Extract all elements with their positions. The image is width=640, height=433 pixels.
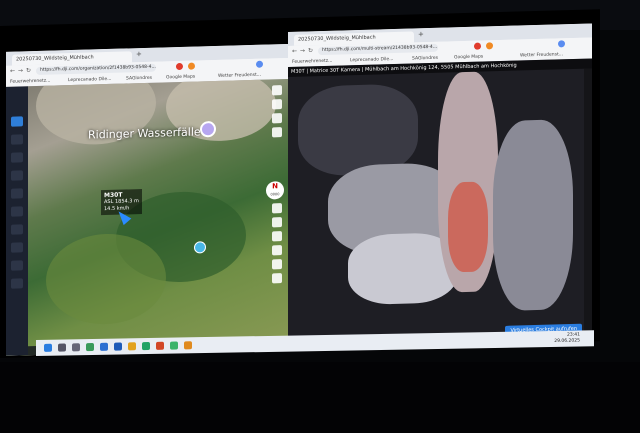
bookmark-item[interactable]: SAGlondres <box>412 56 438 62</box>
back-icon[interactable]: ← <box>10 68 15 75</box>
thermal-region <box>298 83 418 177</box>
extension-icon[interactable] <box>474 42 481 50</box>
camera-side-controls <box>584 68 592 340</box>
back-icon[interactable]: ← <box>292 48 297 55</box>
bookmark-item[interactable]: Wetter Freudenst... <box>520 52 563 58</box>
device-icon[interactable] <box>11 152 23 163</box>
forward-icon[interactable]: → <box>300 47 305 54</box>
camera-view[interactable]: M30T | Matrice 30T Kamera | Mühlbach am … <box>288 58 592 348</box>
measure-icon[interactable] <box>11 224 23 235</box>
app-icon[interactable] <box>184 341 192 350</box>
map-toolbar <box>272 85 282 141</box>
tab-title: 20250730_Wildsteig_Mühlbach <box>16 54 94 63</box>
browser-window-map: 20250730_Wildsteig_Mühlbach + ← → ↻ http… <box>6 43 292 356</box>
map-nav-icon[interactable] <box>11 116 23 127</box>
zoom-out-icon[interactable] <box>272 273 282 284</box>
reload-icon[interactable]: ↻ <box>26 67 31 74</box>
layer-icon[interactable] <box>11 134 23 145</box>
compass-heading: 0000 <box>270 192 280 197</box>
bookmark-item[interactable]: Google Maps <box>166 75 195 81</box>
new-tab-icon[interactable]: + <box>418 30 424 38</box>
reload-icon[interactable]: ↻ <box>308 47 313 54</box>
place-label: Ridinger Wasserfälle <box>88 125 201 142</box>
folder-icon[interactable] <box>128 342 136 351</box>
bookmark-item[interactable]: Google Maps <box>454 55 483 61</box>
search-icon[interactable] <box>58 343 66 352</box>
bookmark-item[interactable]: Feuerwehrenetz... <box>292 59 332 65</box>
line-icon[interactable] <box>272 99 282 110</box>
forward-icon[interactable]: → <box>18 67 23 74</box>
profile-icon[interactable] <box>558 40 565 48</box>
excel-icon[interactable] <box>142 342 150 351</box>
map-controls <box>272 203 282 287</box>
bookmark-item[interactable]: Feuerwehrenetz... <box>10 79 50 85</box>
compass-north: N <box>272 182 278 191</box>
app-icon[interactable] <box>156 341 164 350</box>
whatsapp-icon[interactable] <box>170 341 178 350</box>
team-icon[interactable] <box>11 260 23 271</box>
person-icon[interactable] <box>272 245 282 256</box>
extension-icon[interactable] <box>188 62 195 70</box>
profile-icon[interactable] <box>256 60 263 68</box>
zoom-in-icon[interactable] <box>272 259 282 270</box>
app-icon[interactable] <box>114 342 122 351</box>
date: 29.06.2025 <box>554 338 580 344</box>
meadow <box>46 232 166 326</box>
tool-sidebar <box>6 86 28 356</box>
hotspot-region <box>448 181 488 273</box>
area-icon[interactable] <box>272 113 282 124</box>
tab-title: 20250730_Wildsteig_Mühlbach <box>298 34 376 43</box>
thermal-region <box>493 118 573 312</box>
annotation-icon[interactable] <box>11 206 23 217</box>
desk-background <box>0 362 640 433</box>
task-icon[interactable] <box>11 242 23 253</box>
flight-icon[interactable] <box>11 188 23 199</box>
monitor-screen: 20250730_Wildsteig_Mühlbach + ← → ↻ http… <box>0 9 600 359</box>
bookmark-item[interactable]: SAGlondres <box>126 76 152 82</box>
satellite-map[interactable]: Ridinger Wasserfälle M30T ASL 1854.3 m 1… <box>6 78 292 356</box>
map-view[interactable]: Ridinger Wasserfälle M30T ASL 1854.3 m 1… <box>6 78 292 356</box>
locate-icon[interactable] <box>272 231 282 242</box>
layers-icon[interactable] <box>272 203 282 214</box>
compass-icon[interactable]: N 0000 <box>266 181 284 200</box>
clock[interactable]: 23:41 29.06.2025 <box>554 333 580 345</box>
start-icon[interactable] <box>44 343 52 352</box>
thermal-camera-feed[interactable]: M30T | Matrice 30T Kamera | Mühlbach am … <box>288 58 592 348</box>
browser-window-camera: 20250730_Wildsteig_Mühlbach + ← → ↻ http… <box>288 23 592 348</box>
media-icon[interactable] <box>11 170 23 181</box>
extension-icon[interactable] <box>486 42 493 50</box>
app-icon[interactable] <box>86 342 94 352</box>
edge-icon[interactable] <box>100 342 108 351</box>
wifi-icon[interactable] <box>272 217 282 228</box>
bookmark-item[interactable]: Leprecanado Dile... <box>350 57 393 63</box>
bookmark-item[interactable]: Leprecanado Dile... <box>68 77 111 83</box>
task-view-icon[interactable] <box>72 343 80 352</box>
extension-icon[interactable] <box>176 62 183 71</box>
new-tab-icon[interactable]: + <box>136 50 142 58</box>
bookmark-item[interactable]: Wetter Freudenst... <box>218 73 261 79</box>
pointer-icon[interactable] <box>272 85 282 96</box>
settings-icon[interactable] <box>11 278 23 289</box>
circle-icon[interactable] <box>272 127 282 138</box>
